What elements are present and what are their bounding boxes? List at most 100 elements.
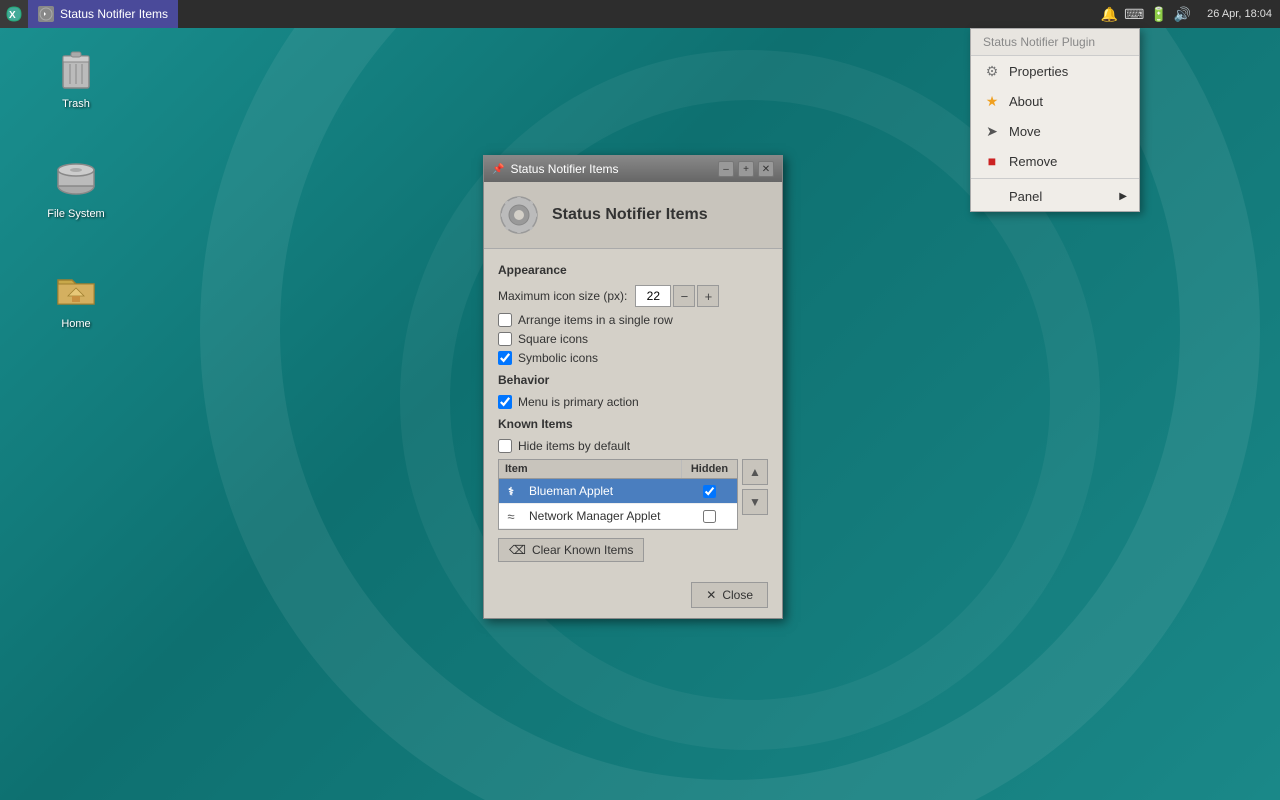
arrange-single-row-checkbox[interactable] <box>498 313 512 327</box>
desktop-icon-home[interactable]: Home <box>36 260 116 336</box>
symbolic-icons-row: Symbolic icons <box>498 351 768 365</box>
menu-item-about[interactable]: ★ About <box>971 86 1139 116</box>
menu-primary-row: Menu is primary action <box>498 395 768 409</box>
dialog-title-text: Status Notifier Items <box>510 162 618 176</box>
close-btn-label: Close <box>722 588 753 602</box>
trash-icon <box>52 44 100 92</box>
arrange-single-row-row: Arrange items in a single row <box>498 313 768 327</box>
behavior-section-title: Behavior <box>498 373 768 387</box>
max-icon-size-row: Maximum icon size (px): − + <box>498 285 768 307</box>
row-icon-bluetooth: ⚕ <box>499 479 523 503</box>
taskbar-right: 🔔 ⌨ 🔋 🔊 26 Apr, 18:04 <box>1093 0 1280 28</box>
dialog-header: Status Notifier Items <box>484 182 782 249</box>
row-hidden-network <box>682 506 737 527</box>
known-items-section-title: Known Items <box>498 417 768 431</box>
filesystem-icon <box>52 154 100 202</box>
row-hidden-blueman <box>682 481 737 502</box>
tray-area: 🔔 ⌨ 🔋 🔊 <box>1101 6 1192 23</box>
dialog-body: Appearance Maximum icon size (px): − + A… <box>484 249 782 572</box>
remove-icon: ■ <box>983 152 1001 170</box>
move-up-btn[interactable]: ▲ <box>742 459 768 485</box>
table-side-buttons: ▲ ▼ <box>742 459 768 530</box>
table-row[interactable]: ⚕ Blueman Applet <box>499 479 737 504</box>
square-icons-checkbox[interactable] <box>498 332 512 346</box>
icon-size-spinbox: − + <box>635 285 719 307</box>
symbolic-icons-label: Symbolic icons <box>518 351 598 365</box>
row-name-blueman: Blueman Applet <box>523 480 682 502</box>
clear-known-items-btn[interactable]: ⌫ Clear Known Items <box>498 538 644 562</box>
menu-primary-label: Menu is primary action <box>518 395 639 409</box>
start-button[interactable]: X <box>0 0 28 28</box>
square-icons-label: Square icons <box>518 332 588 346</box>
known-items-table-wrap: Item Hidden ⚕ Blueman Applet <box>498 459 768 530</box>
taskbar: X Status Notifier Items 🔔 ⌨ 🔋 🔊 26 Apr, … <box>0 0 1280 28</box>
known-items-table: Item Hidden ⚕ Blueman Applet <box>498 459 738 530</box>
table-row[interactable]: ≈ Network Manager Applet <box>499 504 737 529</box>
menu-primary-checkbox[interactable] <box>498 395 512 409</box>
arrange-single-row-label: Arrange items in a single row <box>518 313 673 327</box>
network-hidden-checkbox[interactable] <box>703 510 716 523</box>
hide-default-label: Hide items by default <box>518 439 630 453</box>
clock: 26 Apr, 18:04 <box>1199 8 1272 20</box>
about-icon: ★ <box>983 92 1001 110</box>
square-icons-row: Square icons <box>498 332 768 346</box>
svg-text:X: X <box>9 10 16 21</box>
hide-default-row: Hide items by default <box>498 439 768 453</box>
dialog-pin-btn[interactable]: 📌 <box>492 164 504 175</box>
about-label: About <box>1009 94 1043 109</box>
properties-icon: ⚙ <box>983 62 1001 80</box>
status-notifier-dialog: 📌 Status Notifier Items – + ✕ <box>483 155 783 619</box>
menu-item-move[interactable]: ➤ Move <box>971 116 1139 146</box>
desktop-icon-trash[interactable]: Trash <box>36 40 116 116</box>
desktop-icon-filesystem[interactable]: File System <box>36 150 116 226</box>
app-icon <box>38 6 54 22</box>
filesystem-label: File System <box>43 206 108 222</box>
appearance-section-title: Appearance <box>498 263 768 277</box>
max-icon-size-label: Maximum icon size (px): <box>498 289 627 303</box>
dialog-maximize-btn[interactable]: + <box>738 161 754 177</box>
volume-icon[interactable]: 🔊 <box>1174 6 1191 23</box>
row-icon-network: ≈ <box>499 504 523 528</box>
move-down-btn[interactable]: ▼ <box>742 489 768 515</box>
clear-btn-label: Clear Known Items <box>532 543 633 557</box>
taskbar-app-title: Status Notifier Items <box>60 7 168 21</box>
close-icon: ✕ <box>706 588 716 602</box>
desktop: X Status Notifier Items 🔔 ⌨ 🔋 🔊 26 Apr, … <box>0 0 1280 800</box>
icon-size-increment-btn[interactable]: + <box>697 285 719 307</box>
home-icon <box>52 264 100 312</box>
properties-label: Properties <box>1009 64 1068 79</box>
menu-item-remove[interactable]: ■ Remove <box>971 146 1139 176</box>
notification-icon[interactable]: 🔔 <box>1101 6 1118 23</box>
col-header-item: Item <box>499 460 682 478</box>
panel-icon <box>983 187 1001 205</box>
keyboard-icon[interactable]: ⌨ <box>1124 6 1144 23</box>
icon-size-input[interactable] <box>635 285 671 307</box>
close-btn[interactable]: ✕ Close <box>691 582 768 608</box>
context-menu-header: Status Notifier Plugin <box>971 29 1139 56</box>
hide-default-checkbox[interactable] <box>498 439 512 453</box>
menu-divider <box>971 178 1139 179</box>
blueman-hidden-checkbox[interactable] <box>703 485 716 498</box>
taskbar-app-item[interactable]: Status Notifier Items <box>28 0 178 28</box>
clear-icon: ⌫ <box>509 543 526 557</box>
home-label: Home <box>57 316 94 332</box>
context-menu: Status Notifier Plugin ⚙ Properties ★ Ab… <box>970 28 1140 212</box>
trash-label: Trash <box>58 96 94 112</box>
menu-item-panel[interactable]: Panel ▶ <box>971 181 1139 211</box>
battery-icon[interactable]: 🔋 <box>1150 6 1167 23</box>
move-label: Move <box>1009 124 1041 139</box>
dialog-header-title: Status Notifier Items <box>552 206 708 224</box>
panel-submenu-arrow: ▶ <box>1119 191 1127 202</box>
dialog-titlebar: 📌 Status Notifier Items – + ✕ <box>484 156 782 182</box>
symbolic-icons-checkbox[interactable] <box>498 351 512 365</box>
icon-size-decrement-btn[interactable]: − <box>673 285 695 307</box>
dialog-minimize-btn[interactable]: – <box>718 161 734 177</box>
table-header: Item Hidden <box>499 460 737 479</box>
dialog-header-icon <box>498 194 540 236</box>
dialog-close-titlebar-btn[interactable]: ✕ <box>758 161 774 177</box>
panel-label: Panel <box>1009 189 1042 204</box>
col-header-hidden: Hidden <box>682 460 737 478</box>
dialog-footer: ✕ Close <box>484 572 782 618</box>
row-name-network: Network Manager Applet <box>523 505 682 527</box>
menu-item-properties[interactable]: ⚙ Properties <box>971 56 1139 86</box>
